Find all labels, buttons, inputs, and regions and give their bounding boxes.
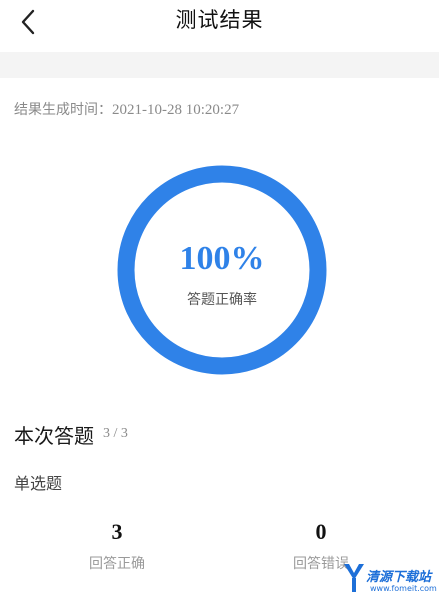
divider-band <box>0 52 439 78</box>
page-title: 测试结果 <box>175 8 264 32</box>
correct-stat: 3 回答正确 <box>57 519 177 573</box>
accuracy-ring: 100% 答题正确率 <box>116 164 328 376</box>
wrong-count: 0 <box>315 519 327 544</box>
summary-title: 本次答题 <box>14 424 94 448</box>
watermark: 清源下载站 www.fomeit.com <box>340 560 437 598</box>
accuracy-label: 答题正确率 <box>187 292 257 308</box>
watermark-logo-icon <box>344 564 364 592</box>
accuracy-value: 100% <box>179 240 265 277</box>
correct-label: 回答正确 <box>89 556 145 572</box>
test-result-page: 测试结果 结果生成时间：2021-10-28 10:20:27 100% 答题正… <box>0 0 439 600</box>
watermark-text: 清源下载站 <box>366 570 432 585</box>
timestamp-value: 2021-10-28 10:20:27 <box>112 102 240 118</box>
header-bar: 测试结果 <box>0 0 439 48</box>
watermark-url: www.fomeit.com <box>370 584 437 593</box>
correct-count: 3 <box>111 519 123 544</box>
summary-count: 3 / 3 <box>103 426 128 441</box>
timestamp-label: 结果生成时间： <box>14 102 112 118</box>
result-timestamp: 结果生成时间：2021-10-28 10:20:27 <box>14 99 239 119</box>
question-type-label: 单选题 <box>14 474 63 493</box>
